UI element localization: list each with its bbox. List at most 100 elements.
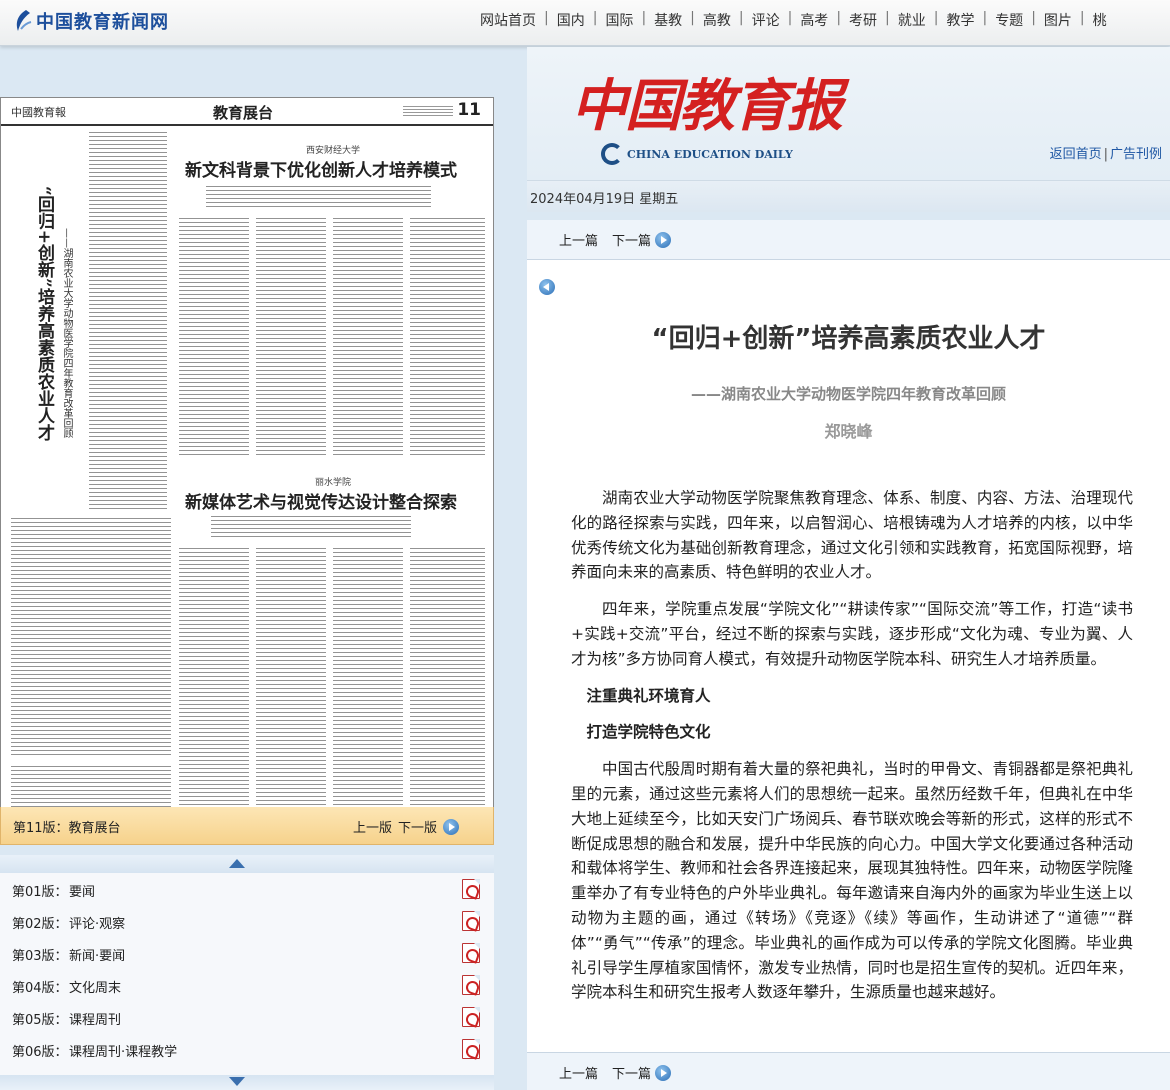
pdf-icon[interactable]	[462, 1007, 480, 1027]
paper-text-col	[410, 548, 485, 838]
nav-gaokao[interactable]: 高考	[792, 10, 836, 30]
next-page-icon[interactable]	[443, 818, 459, 835]
pdf-icon[interactable]	[462, 911, 480, 931]
paper-text-col	[256, 218, 326, 458]
back-home-link[interactable]: 返回首页	[1050, 147, 1102, 162]
newspaper-logo: 中国教育报	[571, 73, 843, 139]
article-heading: 注重典礼环境育人	[586, 686, 711, 705]
current-page-label: 第11版：教育展台	[13, 821, 121, 836]
paper-header: 中國教育報 教育展台 11	[1, 98, 493, 126]
masthead-links: 返回首页 | 广告刊例	[1050, 143, 1162, 162]
paper-dateline	[403, 106, 453, 116]
edition-number: 第01版：	[12, 885, 68, 900]
paper-article1-title[interactable]: 新文科背景下优化创新人才培养模式	[185, 156, 457, 181]
article-nav-top: 上一篇 下一篇	[527, 220, 1170, 295]
left-column: 中國教育報 教育展台 11 “回归+创新”培养高素质农业人才 ——湖南农业大学动…	[0, 47, 500, 1090]
nav-teaching[interactable]: 教学	[938, 10, 982, 30]
edition-number: 第02版：	[12, 917, 68, 932]
article-body: 湖南农业大学动物医学院聚焦教育理念、体系、制度、内容、方法、治理现代化的路径探索…	[571, 486, 1133, 1042]
edition-row[interactable]: 第02版： 评论·观察	[0, 905, 494, 937]
edition-name[interactable]: 评论·观察	[69, 913, 125, 932]
paper-article2-school: 丽水学院	[315, 478, 352, 488]
main-nav: 网站首页 | 国内 | 国际 | 基教 | 高教 | 评论 | 高考 | 考研 | 就业 | 教学…	[472, 10, 1115, 30]
edition-row[interactable]: 第06版： 课程周刊·课程教学	[0, 1033, 494, 1065]
masthead: 中国教育报 CHINA EDUCATION DAILY 返回首页 | 广告刊例	[527, 47, 1170, 180]
pdf-icon[interactable]	[462, 943, 480, 963]
issue-date: 2024年04月19日 星期五	[530, 192, 679, 207]
newspaper-page-preview[interactable]: 中國教育報 教育展台 11 “回归+创新”培养高素质农业人才 ——湖南农业大学动…	[0, 97, 494, 843]
edition-row[interactable]: 第01版： 要闻	[0, 873, 494, 905]
paper-text-col	[179, 548, 249, 838]
nav-topics[interactable]: 专题	[987, 10, 1031, 30]
scroll-up-arrow-icon[interactable]	[0, 855, 494, 873]
nav-higher-education[interactable]: 高教	[695, 10, 739, 30]
edition-name[interactable]: 要闻	[69, 881, 95, 900]
link-separator: |	[1103, 147, 1108, 162]
nav-home[interactable]: 网站首页	[472, 10, 544, 30]
date-bar: 2024年04月19日 星期五	[527, 180, 1170, 212]
nav-commentary[interactable]: 评论	[744, 10, 788, 30]
site-logo-text: 中国教育新闻网	[36, 12, 169, 33]
paper-text-col	[333, 218, 403, 458]
paper-text-col	[211, 516, 411, 538]
edition-number: 第03版：	[12, 949, 68, 964]
article-title: “回归+创新”培养高素质农业人才	[651, 324, 1046, 354]
next-article-link[interactable]: 下一篇	[612, 1063, 651, 1082]
previous-article-link[interactable]: 上一篇	[559, 1063, 598, 1082]
paper-text-col	[333, 548, 403, 838]
article-paragraph: 四年来，学院重点发展“学院文化”“耕读传家”“国际交流”等工作，打造“读书+实践…	[571, 600, 1133, 668]
edition-row[interactable]: 第04版： 文化周末	[0, 969, 494, 1001]
edition-name[interactable]: 课程周刊·课程教学	[69, 1041, 177, 1060]
nav-postgrad[interactable]: 考研	[841, 10, 885, 30]
article-subtitle: ——湖南农业大学动物医学院四年教育改革回顾	[690, 385, 1006, 403]
page-navigation: 上一版 下一版	[330, 817, 459, 882]
edition-row[interactable]: 第05版： 课程周刊	[0, 1001, 494, 1033]
paper-text-col	[206, 186, 431, 208]
nav-domestic[interactable]: 国内	[549, 10, 593, 30]
article-paragraph: 中国古代殷周时期有着大量的祭祀典礼，当时的甲骨文、青铜器都是祭祀典礼里的元素，通…	[571, 760, 1133, 1002]
paper-article2-title[interactable]: 新媒体艺术与视觉传达设计整合探索	[185, 488, 457, 513]
scroll-down-arrow-icon[interactable]	[0, 1075, 494, 1090]
pdf-icon[interactable]	[462, 1039, 480, 1059]
pdf-icon[interactable]	[462, 975, 480, 995]
nav-more[interactable]: 桃	[1085, 10, 1115, 30]
edition-name[interactable]: 新闻·要闻	[69, 945, 125, 964]
page-bar: 第11版：教育展台 上一版 下一版	[0, 807, 494, 882]
paper-article1-school: 西安财经大学	[306, 146, 361, 156]
paper-text-col	[89, 132, 167, 512]
edition-row[interactable]: 第03版： 新闻·要闻	[0, 937, 494, 969]
paper-text-col	[256, 548, 326, 838]
nav-basic-education[interactable]: 基教	[646, 10, 690, 30]
top-navigation-bar: 中国教育新闻网 网站首页 | 国内 | 国际 | 基教 | 高教 | 评论 | 高考 | 考研…	[0, 0, 1170, 46]
previous-article-icon[interactable]	[539, 278, 555, 295]
edition-name[interactable]: 课程周刊	[69, 1009, 121, 1028]
article-paragraph: 湖南农业大学动物医学院聚焦教育理念、体系、制度、内容、方法、治理现代化的路径探索…	[571, 489, 1133, 582]
paper-section-title: 教育展台	[213, 104, 274, 122]
previous-page-link[interactable]: 上一版	[353, 817, 392, 836]
site-logo-icon	[16, 10, 32, 31]
pdf-icon[interactable]	[462, 879, 480, 899]
next-page-link[interactable]: 下一版	[398, 817, 437, 836]
paper-vertical-subtitle: ——湖南农业大学动物医学院四年教育改革回顾	[61, 228, 72, 438]
next-article-icon[interactable]	[655, 1064, 672, 1081]
nav-international[interactable]: 国际	[597, 10, 641, 30]
article-heading: 打造学院特色文化	[586, 723, 711, 742]
edition-number: 第06版：	[12, 1045, 68, 1060]
edition-name[interactable]: 文化周末	[69, 977, 121, 996]
english-logo: CHINA EDUCATION DAILY	[601, 143, 793, 165]
article-panel: 上一篇 下一篇 “回归+创新”培养高素质农业人才 ——湖南农业大学动物医学院四年…	[527, 220, 1170, 1090]
previous-article-link[interactable]: 上一篇	[559, 230, 598, 249]
ad-rates-link[interactable]: 广告刊例	[1110, 147, 1162, 162]
paper-text-col	[410, 218, 485, 458]
site-logo[interactable]: 中国教育新闻网	[12, 8, 169, 34]
article-author: 郑晓峰	[824, 422, 873, 441]
paper-logo: 中國教育報	[11, 106, 66, 119]
next-article-link[interactable]: 下一篇	[612, 230, 651, 249]
next-article-icon[interactable]	[655, 231, 672, 248]
edition-number: 第05版：	[12, 1013, 68, 1028]
nav-employment[interactable]: 就业	[890, 10, 934, 30]
edition-list: 第01版： 要闻 第02版： 评论·观察 第03版： 新闻·要闻 第04版： 文…	[0, 855, 494, 1090]
article-nav-bottom: 上一篇 下一篇	[527, 1052, 1170, 1090]
paper-vertical-title[interactable]: “回归+创新”培养高素质农业人才	[31, 186, 54, 441]
nav-pictures[interactable]: 图片	[1036, 10, 1080, 30]
